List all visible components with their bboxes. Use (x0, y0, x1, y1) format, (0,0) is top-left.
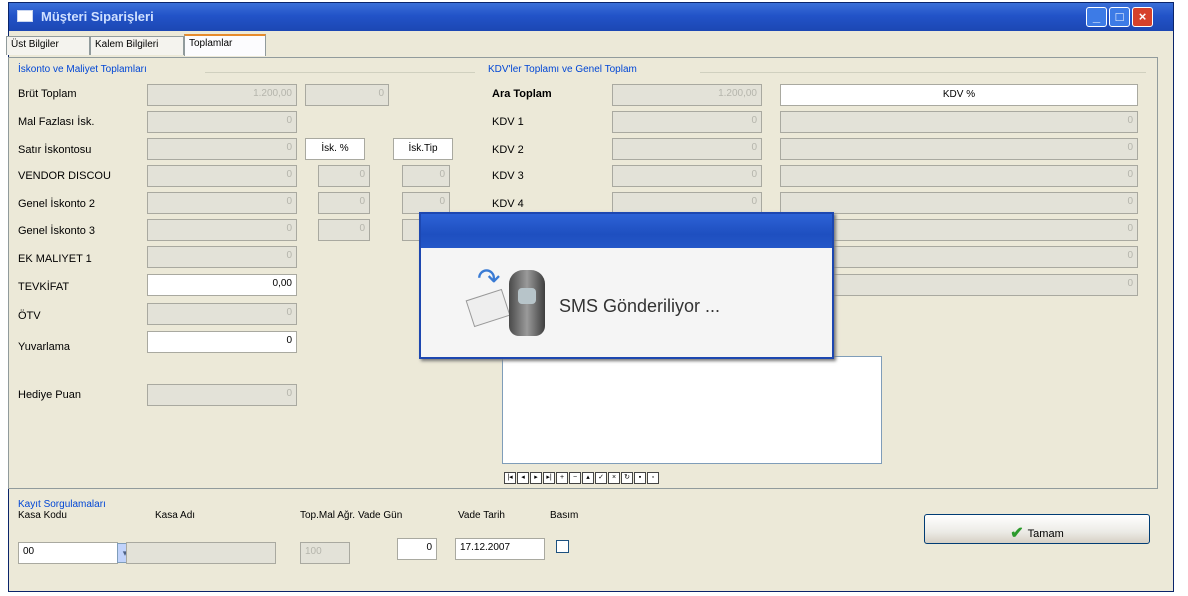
ek-maliyet-field[interactable]: 0 (147, 246, 297, 268)
record-navigator: |◂ ◂ ▸ ▸| + − ▴ ✓ × ↻ ▪ ▫ (504, 472, 659, 486)
isk-pct-header: İsk. % (305, 138, 365, 160)
prior-icon[interactable]: ◂ (517, 472, 529, 484)
close-button[interactable]: × (1132, 7, 1153, 27)
dialog-body: ↷ SMS Gönderiliyor ... (421, 248, 832, 357)
vendor-discount-field[interactable]: 0 (147, 165, 297, 187)
post-icon[interactable]: ✓ (595, 472, 607, 484)
window-title: Müşteri Siparişleri (41, 9, 154, 24)
row-label: EK MALIYET 1 (18, 253, 92, 265)
envelope-icon (465, 288, 511, 328)
check-icon: ✔ (1010, 525, 1024, 542)
refresh-icon[interactable]: ↻ (621, 472, 633, 484)
kdv-2-field[interactable]: 0 (612, 138, 762, 160)
tevkifat-field[interactable]: 0,00 (147, 274, 297, 296)
minimize-button[interactable]: _ (1086, 7, 1107, 27)
otv-field[interactable]: 0 (147, 303, 297, 325)
vade-gun-field[interactable]: 0 (397, 538, 437, 560)
next-icon[interactable]: ▸ (530, 472, 542, 484)
mal-fazlasi-field[interactable]: 0 (147, 111, 297, 133)
row-label: Mal Fazlası İsk. (18, 116, 95, 128)
kdv-pct-header: KDV % (780, 84, 1138, 106)
kdv-2-label: KDV 2 (492, 144, 524, 156)
kdv-4-pct-field[interactable]: 0 (780, 192, 1138, 214)
ok-button[interactable]: ✔ Tamam (924, 514, 1150, 544)
apply-icon[interactable]: ▪ (634, 472, 646, 484)
maximize-button[interactable]: □ (1109, 7, 1130, 27)
satir-iskontosu-field[interactable]: 0 (147, 138, 297, 160)
save-icon[interactable]: ▫ (647, 472, 659, 484)
row-label: ÖTV (18, 310, 41, 322)
kdv-2-pct-field[interactable]: 0 (780, 138, 1138, 160)
kdv-1-field[interactable]: 0 (612, 111, 762, 133)
notes-memo[interactable] (502, 356, 882, 464)
ara-toplam-label: Ara Toplam (492, 88, 552, 100)
vade-tarih-label: Vade Tarih (458, 510, 505, 521)
tab-ust-bilgiler[interactable]: Üst Bilgiler (6, 36, 90, 55)
group-divider (700, 72, 1146, 73)
row-label: Genel İskonto 3 (18, 225, 96, 237)
row-label: Satır İskontosu (18, 144, 92, 156)
kdv-3-label: KDV 3 (492, 170, 524, 182)
isk-tip-header: İsk.Tip (393, 138, 453, 160)
vat-group-title: KDV'ler Toplamı ve Genel Toplam (488, 64, 637, 75)
top-mal-field[interactable]: 100 (300, 542, 350, 564)
ok-button-label: Tamam (1027, 528, 1064, 540)
hediye-puan-field[interactable]: 0 (147, 384, 297, 406)
last-icon[interactable]: ▸| (543, 472, 555, 484)
kasa-adi-label: Kasa Adı (155, 510, 196, 521)
vendor-tip-field[interactable]: 0 (402, 165, 450, 187)
dialog-message: SMS Gönderiliyor ... (559, 296, 721, 316)
group-divider (205, 72, 475, 73)
hediye-puan-label: Hediye Puan (18, 389, 81, 401)
basim-checkbox[interactable] (556, 540, 569, 553)
kdv-4-label: KDV 4 (492, 198, 524, 210)
genel-iskonto-2-field[interactable]: 0 (147, 192, 297, 214)
basim-label: Basım (550, 510, 579, 521)
vade-gun-label: Vade Gün (358, 510, 403, 521)
kasa-kodu-label: Kasa Kodu (18, 510, 67, 521)
kdv-1-pct-field[interactable]: 0 (780, 111, 1138, 133)
genel-iskonto-2-tip-field[interactable]: 0 (402, 192, 450, 214)
top-mal-label: Top.Mal Ağr. (300, 510, 356, 521)
first-icon[interactable]: |◂ (504, 472, 516, 484)
insert-icon[interactable]: + (556, 472, 568, 484)
sms-dialog: ↷ SMS Gönderiliyor ... (419, 212, 834, 359)
title-bar[interactable]: Müşteri Siparişleri _ □ × (9, 3, 1173, 31)
row-label: Brüt Toplam (18, 88, 77, 100)
delete-icon[interactable]: − (569, 472, 581, 484)
brut-toplam-field[interactable]: 1.200,00 (147, 84, 297, 106)
kasa-adi-field[interactable] (126, 542, 276, 564)
kdv-3-field[interactable]: 0 (612, 165, 762, 187)
tab-kalem-bilgileri[interactable]: Kalem Bilgileri (90, 36, 184, 55)
kasa-kodu-field[interactable]: 00 (18, 542, 118, 564)
ara-toplam-field[interactable]: 1.200,00 (612, 84, 762, 106)
row-label: TEVKİFAT (18, 281, 70, 293)
genel-iskonto-2-pct-field[interactable]: 0 (318, 192, 370, 214)
cancel-icon[interactable]: × (608, 472, 620, 484)
vade-tarih-field[interactable]: 17.12.2007 (455, 538, 545, 560)
vendor-pct-field[interactable]: 0 (318, 165, 370, 187)
row-label: Genel İskonto 2 (18, 198, 96, 210)
row-label: Yuvarlama (18, 341, 70, 353)
discount-group-title: İskonto ve Maliyet Toplamları (18, 64, 147, 75)
genel-iskonto-3-field[interactable]: 0 (147, 219, 297, 241)
edit-icon[interactable]: ▴ (582, 472, 594, 484)
tab-toplamlar[interactable]: Toplamlar (184, 34, 266, 56)
kdv-4-field[interactable]: 0 (612, 192, 762, 214)
kdv-3-pct-field[interactable]: 0 (780, 165, 1138, 187)
record-group-title: Kayıt Sorgulamaları (18, 499, 106, 510)
window-icon (17, 10, 33, 22)
row-label: VENDOR DISCOU (18, 170, 111, 182)
dialog-title-bar (421, 214, 832, 248)
genel-iskonto-3-pct-field[interactable]: 0 (318, 219, 370, 241)
kdv-1-label: KDV 1 (492, 116, 524, 128)
brut-toplam-extra-field[interactable]: 0 (305, 84, 389, 106)
yuvarlama-field[interactable]: 0 (147, 331, 297, 353)
sms-phone-icon (509, 270, 545, 336)
